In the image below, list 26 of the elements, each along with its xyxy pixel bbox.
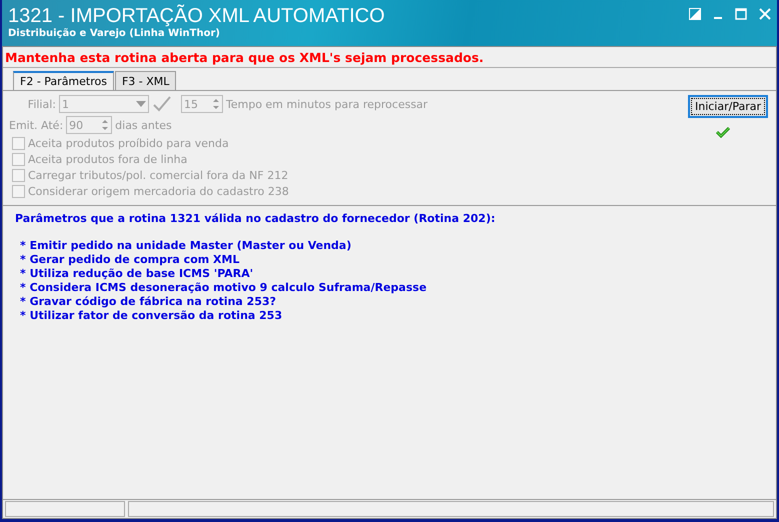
tab[interactable]: F2 - Parâmetros xyxy=(13,71,114,90)
restore-icon[interactable] xyxy=(689,8,701,20)
checkbox-label: Considerar origem mercadoria do cadastro 238 xyxy=(28,185,289,198)
field-label: Tempo em minutos para reprocessar xyxy=(226,98,428,110)
checkbox-label: Aceita produtos proíbido para venda xyxy=(28,137,229,150)
maximize-icon[interactable] xyxy=(735,8,747,20)
spinner-arrows-icon xyxy=(101,118,110,132)
info-item: * Gerar pedido de compra com XML xyxy=(19,253,240,267)
caret-icon xyxy=(136,101,146,107)
tab[interactable]: F3 - XML xyxy=(114,71,176,90)
info-heading: Parâmetros que a rotina 1321 válida no cadastro do fornecedor (Rotina 202): xyxy=(15,212,496,225)
window-subtitle: Distribuição e Varejo (Linha WinThor) xyxy=(8,28,221,39)
info-item: * Utilizar fator de conversão da rotina 253 xyxy=(19,309,284,323)
info-item: * Gravar código de fábrica na rotina 253? xyxy=(19,295,278,309)
close-icon[interactable] xyxy=(759,8,771,20)
field-label: Filial: xyxy=(26,98,56,110)
notice-text: Mantenha esta rotina aberta para que os XML's sejam processados. xyxy=(3,47,776,68)
info-item: * Considera ICMS desoneração motivo 9 calculo Suframa/Repasse xyxy=(19,281,428,295)
info-item: * Utiliza redução de base ICMS 'PARA' xyxy=(19,267,254,281)
info-item: * Emitir pedido na unidade Master (Master ou Venda) xyxy=(19,239,352,253)
field-label: dias antes xyxy=(115,118,172,132)
checkbox-label: Aceita produtos fora de linha xyxy=(28,153,188,166)
field-label: Emit. Até: xyxy=(9,118,64,132)
checkbox-label: Carregar tributos/pol. comercial fora da NF 212 xyxy=(28,169,288,182)
spinner-arrows-icon xyxy=(212,97,220,111)
window-title: 1321 - IMPORTAÇÃO XML AUTOMATICO xyxy=(8,4,385,28)
